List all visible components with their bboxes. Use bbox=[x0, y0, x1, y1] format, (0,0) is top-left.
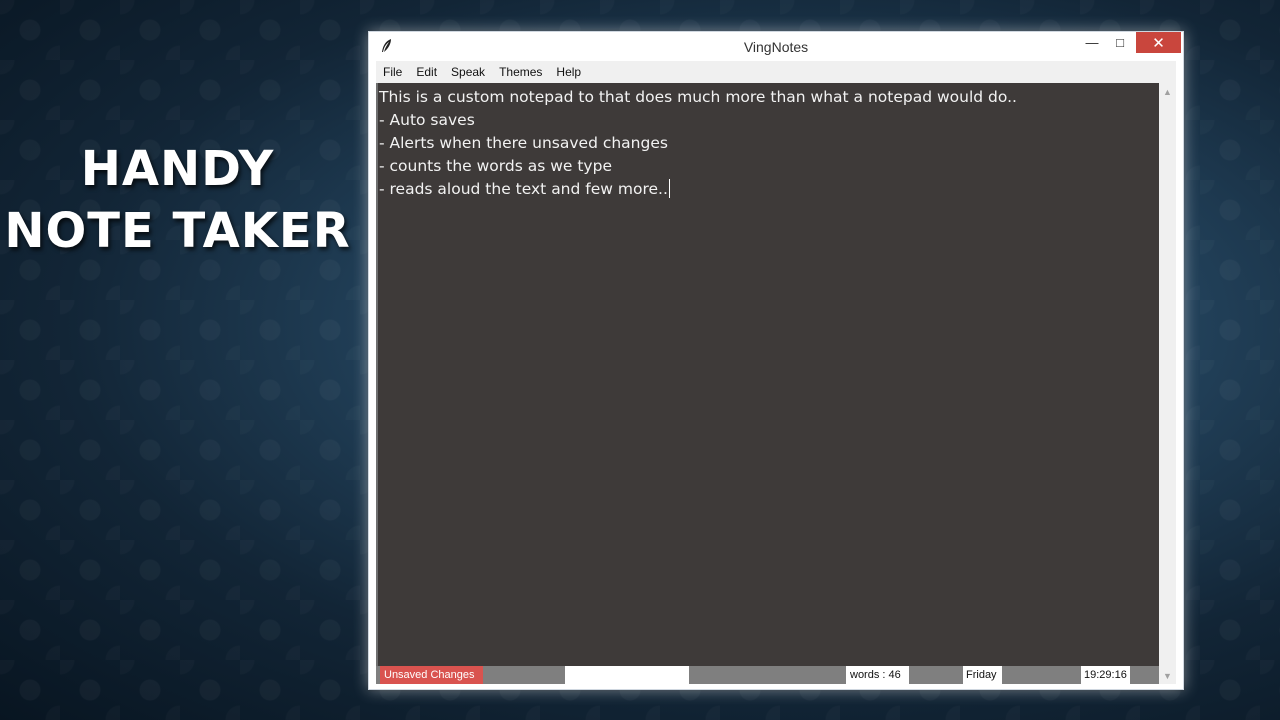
day-label: Friday bbox=[963, 666, 1002, 684]
menu-file[interactable]: File bbox=[376, 61, 409, 83]
editor-line-with-caret: - reads aloud the text and few more.. bbox=[379, 178, 1159, 201]
editor-line: - counts the words as we type bbox=[379, 157, 612, 175]
menu-speak[interactable]: Speak bbox=[444, 61, 492, 83]
app-window: VingNotes — □ ✕ File Edit Speak Themes H… bbox=[368, 31, 1184, 690]
maximize-button[interactable]: □ bbox=[1109, 32, 1131, 53]
status-bar: Unsaved Changes words : 46 Friday 19:29:… bbox=[376, 666, 1159, 684]
vertical-scrollbar[interactable]: ▲ ▼ bbox=[1159, 83, 1176, 684]
unsaved-changes-badge: Unsaved Changes bbox=[380, 666, 483, 684]
minimize-button[interactable]: — bbox=[1081, 32, 1103, 53]
text-caret bbox=[668, 179, 670, 198]
status-blank-field bbox=[565, 666, 689, 684]
scroll-up-icon[interactable]: ▲ bbox=[1159, 83, 1176, 100]
title-bar[interactable]: VingNotes — □ ✕ bbox=[369, 32, 1183, 61]
menu-bar: File Edit Speak Themes Help bbox=[376, 61, 1176, 83]
menu-help[interactable]: Help bbox=[549, 61, 588, 83]
word-count: words : 46 bbox=[846, 666, 909, 684]
slide-title: HANDY NOTE TAKER bbox=[0, 138, 355, 262]
slide-title-line1: HANDY bbox=[80, 141, 275, 197]
window-title: VingNotes bbox=[743, 39, 809, 55]
menu-themes[interactable]: Themes bbox=[492, 61, 549, 83]
menu-edit[interactable]: Edit bbox=[409, 61, 444, 83]
text-editor[interactable]: This is a custom notepad to that does mu… bbox=[376, 83, 1159, 666]
editor-line-text: - reads aloud the text and few more.. bbox=[379, 180, 668, 198]
editor-line: - Auto saves bbox=[379, 111, 475, 129]
slide-title-line2: NOTE TAKER bbox=[4, 203, 351, 259]
clock-time: 19:29:16 bbox=[1081, 666, 1130, 684]
close-button[interactable]: ✕ bbox=[1136, 32, 1181, 53]
editor-line: This is a custom notepad to that does mu… bbox=[379, 88, 1017, 106]
scroll-down-icon[interactable]: ▼ bbox=[1159, 667, 1176, 684]
editor-line: - Alerts when there unsaved changes bbox=[379, 134, 668, 152]
